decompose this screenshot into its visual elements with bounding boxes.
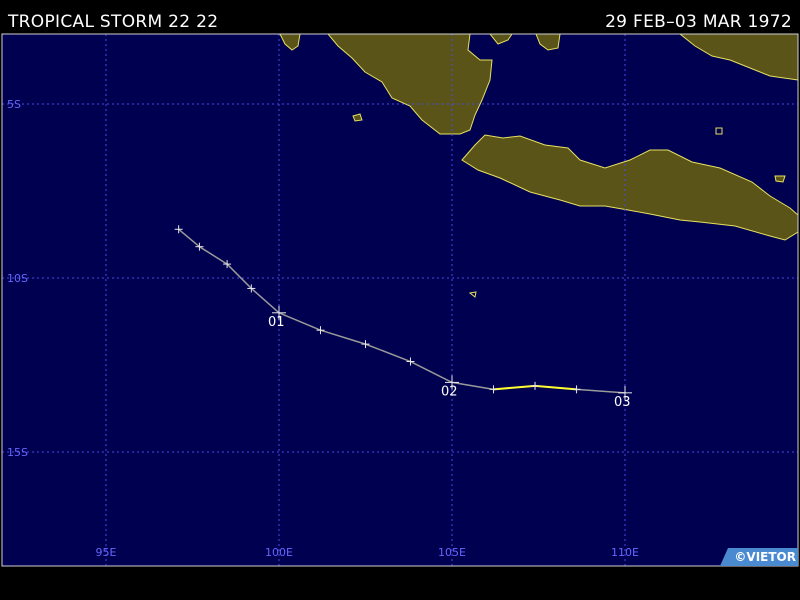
longitude-label: 95E	[96, 546, 117, 559]
date-range: 29 FEB–03 MAR 1972	[605, 12, 792, 32]
storm-title: TROPICAL STORM 22 22	[8, 12, 219, 32]
storm-track-map: 5S 10S 15S 95E 100E 105E 110E 01 02 03	[1, 33, 799, 567]
latitude-label: 5S	[7, 98, 21, 111]
track-day-label: 02	[441, 384, 458, 399]
track-day-label: 03	[614, 395, 631, 410]
latitude-label: 10S	[7, 272, 28, 285]
longitude-label: 110E	[611, 546, 639, 559]
longitude-label: 100E	[265, 546, 293, 559]
latitude-label: 15S	[7, 446, 28, 459]
ocean-background	[2, 34, 798, 566]
land-islet	[774, 175, 786, 183]
copyright-credit: ©VIETOR	[734, 550, 796, 564]
longitude-label: 105E	[438, 546, 466, 559]
track-day-label: 01	[268, 315, 285, 330]
